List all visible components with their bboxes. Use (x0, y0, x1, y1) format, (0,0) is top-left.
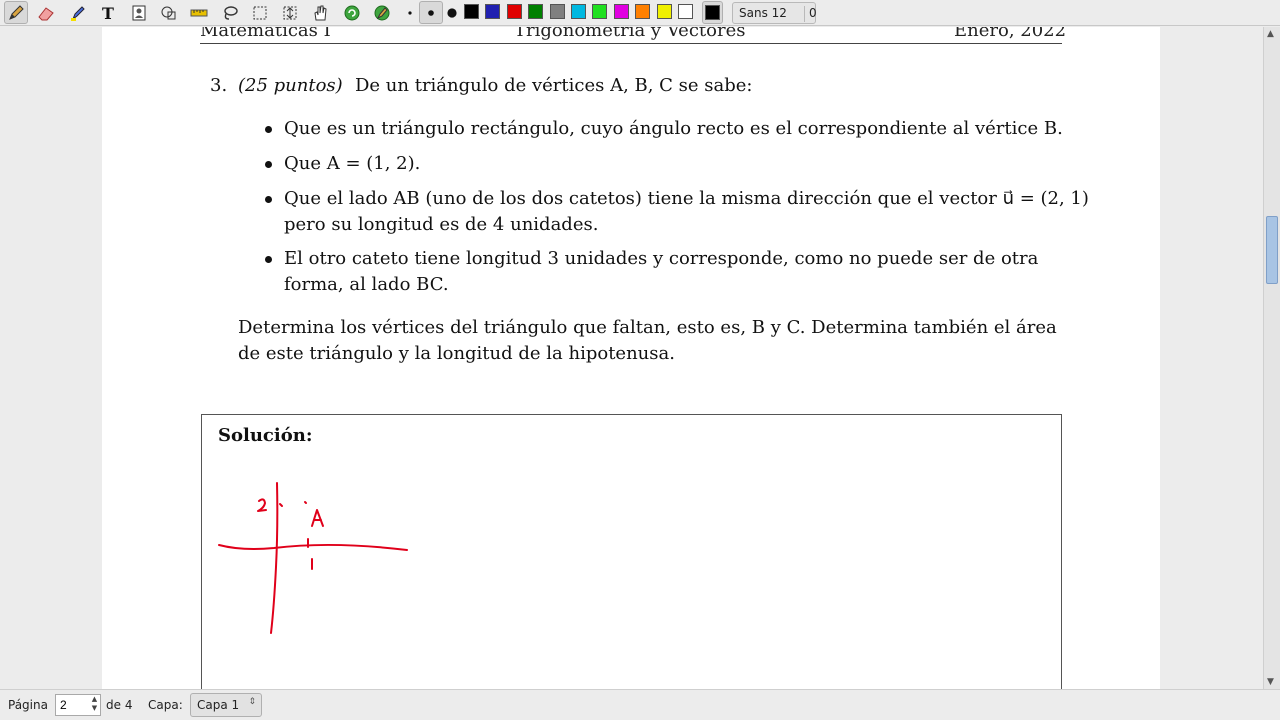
font-label: Sans 12 (739, 6, 787, 20)
current-color-fill (705, 5, 720, 20)
status-bar: Página ▲▼ de 4 Capa: Capa 1 ⇕ (0, 689, 1280, 720)
ink-x-axis (218, 543, 408, 551)
hand-pan-icon[interactable] (308, 1, 332, 24)
default-tool-icon[interactable] (340, 1, 364, 24)
layer-select[interactable]: Capa 1 ⇕ (190, 693, 262, 717)
image-tool-icon[interactable] (127, 1, 151, 24)
ink-y-axis (270, 482, 279, 634)
ink-point-dot (304, 501, 307, 504)
document-canvas[interactable]: Matemáticas I Trigonometría y Vectores E… (0, 27, 1263, 689)
page-label: Página (8, 698, 48, 712)
color-swatch-fill (678, 4, 693, 19)
chevron-up-down-icon: ⇕ (248, 697, 256, 707)
highlighter-icon[interactable] (66, 1, 90, 24)
color-swatch-fill (571, 4, 586, 19)
ink-y-tick (279, 503, 283, 507)
color-swatch-fill (464, 4, 479, 19)
color-swatch[interactable] (526, 1, 547, 24)
color-swatch[interactable] (569, 1, 590, 24)
color-swatch-fill (485, 4, 501, 19)
default-pen-icon[interactable] (370, 1, 394, 24)
lasso-select-icon[interactable] (218, 1, 242, 24)
color-swatch[interactable] (612, 1, 633, 24)
layer-label: Capa: (148, 698, 183, 712)
color-swatch-fill (549, 4, 565, 19)
pencil-icon[interactable] (4, 1, 28, 24)
color-swatch[interactable] (548, 1, 569, 24)
ruler-icon[interactable] (187, 1, 211, 24)
toolbar: T Sans 12 0 (0, 0, 1280, 26)
zero-label: 0 (804, 6, 817, 22)
layer-value: Capa 1 (197, 698, 240, 712)
page-spinner[interactable]: ▲ ▼ (89, 695, 100, 715)
rect-select-icon[interactable] (248, 1, 272, 24)
color-swatch[interactable] (462, 1, 483, 24)
color-swatch-fill (592, 4, 608, 19)
ink-point-label-stroke (311, 509, 324, 527)
color-swatch-fill (613, 4, 629, 19)
scroll-up-icon[interactable]: ▲ (1267, 29, 1274, 39)
color-swatch[interactable] (676, 1, 697, 24)
thickness-thick-icon[interactable] (440, 1, 464, 24)
font-button[interactable]: Sans 12 0 (732, 2, 817, 24)
ink-y-tick-label-stroke (257, 498, 267, 512)
eraser-icon[interactable] (34, 1, 58, 24)
color-swatch-fill (528, 4, 544, 19)
current-color-swatch[interactable] (702, 1, 723, 24)
color-swatch[interactable] (483, 1, 504, 24)
scroll-thumb[interactable] (1266, 216, 1278, 284)
vertical-scrollbar[interactable]: ▲ ▼ (1263, 27, 1280, 689)
vertical-space-icon[interactable] (278, 1, 302, 24)
color-swatch-fill (506, 4, 522, 19)
document-page[interactable]: Matemáticas I Trigonometría y Vectores E… (102, 27, 1160, 689)
color-swatch[interactable] (590, 1, 611, 24)
color-swatch-fill (656, 4, 672, 19)
page-total: de 4 (106, 698, 133, 712)
scroll-down-icon[interactable]: ▼ (1267, 677, 1274, 687)
color-swatch[interactable] (655, 1, 676, 24)
ink-drawing[interactable]: 2 1 A (102, 27, 1160, 689)
color-swatch[interactable] (505, 1, 526, 24)
svg-text:T: T (102, 4, 114, 22)
shape-recognizer-icon[interactable] (157, 1, 181, 24)
color-swatch-fill (635, 4, 651, 19)
text-tool-icon[interactable]: T (96, 1, 120, 24)
color-swatch[interactable] (633, 1, 654, 24)
